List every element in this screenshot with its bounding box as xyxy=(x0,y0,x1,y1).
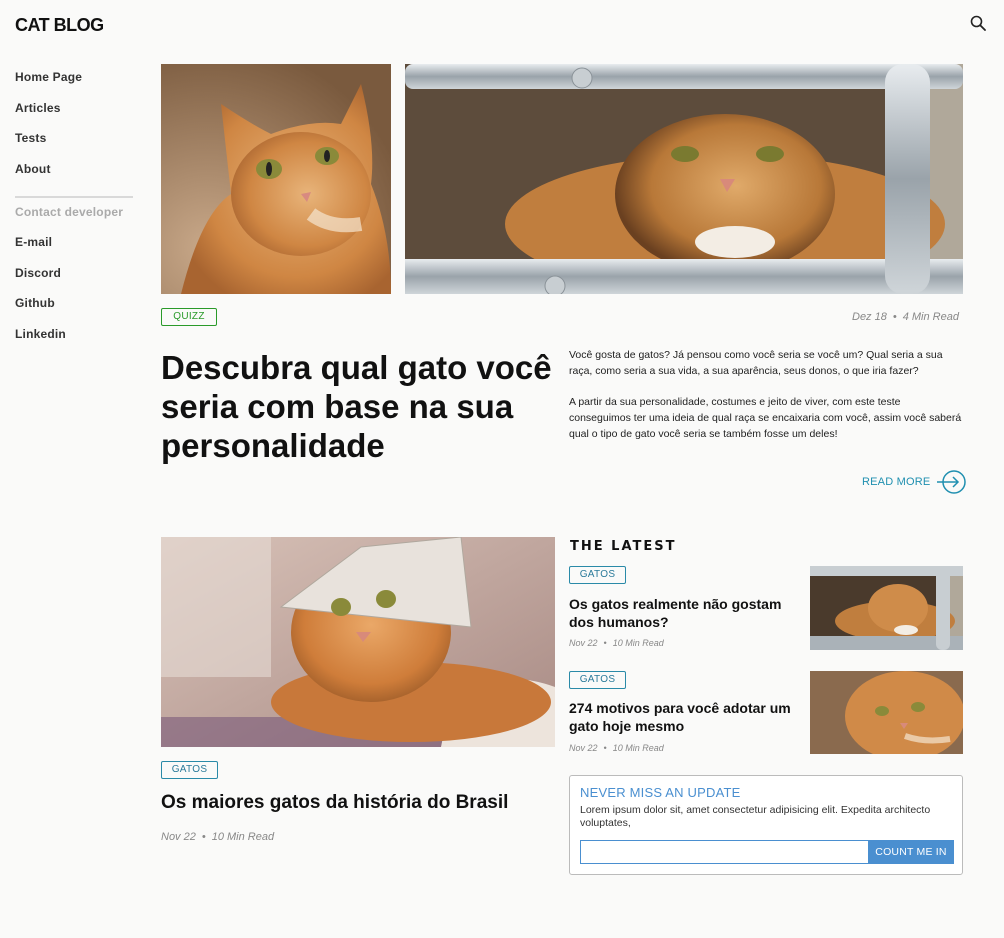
hero-cat-in-box-image xyxy=(405,64,963,294)
newsletter-title: NEVER MISS AN UPDATE xyxy=(580,785,741,800)
latest-1-read-time: 10 Min Read xyxy=(612,638,664,648)
featured-date: Nov 22 xyxy=(161,831,196,843)
contact-github-link[interactable]: Github xyxy=(15,296,133,327)
latest-2-read-time: 10 Min Read xyxy=(612,743,664,753)
featured-read-time: 10 Min Read xyxy=(211,831,275,843)
hero-title[interactable]: Descubra qual gato você seria com base n… xyxy=(161,348,556,465)
hero-meta: Dez 18 • 4 Min Read xyxy=(852,311,959,323)
read-more-link[interactable]: READ MORE xyxy=(862,469,968,495)
newsletter-email-input[interactable] xyxy=(580,840,868,864)
featured-gatos-tag[interactable]: GATOS xyxy=(161,761,218,779)
latest-1-date: Nov 22 xyxy=(569,638,598,648)
nav-about[interactable]: About xyxy=(15,162,133,193)
latest-1-title[interactable]: Os gatos realmente não gostam dos humano… xyxy=(569,595,804,631)
hero-excerpt: Você gosta de gatos? Já pensou como você… xyxy=(569,347,964,442)
latest-2-title[interactable]: 274 motivos para você adotar um gato hoj… xyxy=(569,699,804,735)
hero-paragraph-2: A partir da sua personalidade, costumes … xyxy=(569,396,962,440)
newsletter-text: Lorem ipsum dolor sit, amet consectetur … xyxy=(580,804,931,829)
featured-title[interactable]: Os maiores gatos da história do Brasil xyxy=(161,792,561,814)
latest-1-thumbnail[interactable] xyxy=(810,566,963,650)
contact-linkedin-link[interactable]: Linkedin xyxy=(15,327,133,358)
count-me-in-button[interactable]: COUNT ME IN xyxy=(868,840,954,864)
hero-read-time: 4 Min Read xyxy=(902,311,959,323)
search-icon[interactable] xyxy=(970,15,988,33)
arrow-right-circle-icon xyxy=(937,470,967,494)
newsletter-box: NEVER MISS AN UPDATE Lorem ipsum dolor s… xyxy=(569,775,963,875)
sidebar: Home Page Articles Tests About Contact d… xyxy=(15,70,133,357)
nav-tests[interactable]: Tests xyxy=(15,131,133,162)
hero-date: Dez 18 xyxy=(852,311,887,323)
latest-2-meta: Nov 22 • 10 Min Read xyxy=(569,743,664,753)
nav-home-page[interactable]: Home Page xyxy=(15,70,133,101)
latest-1-tag[interactable]: GATOS xyxy=(569,566,626,584)
read-more-label: READ MORE xyxy=(862,476,931,488)
nav-articles[interactable]: Articles xyxy=(15,101,133,132)
hero-paragraph-1: Você gosta de gatos? Já pensou como você… xyxy=(569,349,943,377)
latest-heading: THE LATEST xyxy=(570,539,677,554)
featured-cat-newspaper-image[interactable] xyxy=(161,537,555,747)
sidebar-divider xyxy=(15,196,133,198)
latest-2-date: Nov 22 xyxy=(569,743,598,753)
latest-1-meta: Nov 22 • 10 Min Read xyxy=(569,638,664,648)
hero-cat-portrait-image xyxy=(161,64,391,294)
contact-discord-link[interactable]: Discord xyxy=(15,266,133,297)
featured-meta: Nov 22 • 10 Min Read xyxy=(161,831,275,843)
site-logo[interactable]: CAT BLOG xyxy=(15,15,104,36)
contact-email-link[interactable]: E-mail xyxy=(15,235,133,266)
latest-2-tag[interactable]: GATOS xyxy=(569,671,626,689)
latest-2-thumbnail[interactable] xyxy=(810,671,963,754)
quizz-tag[interactable]: QUIZZ xyxy=(161,308,217,326)
contact-heading: Contact developer xyxy=(15,205,124,219)
